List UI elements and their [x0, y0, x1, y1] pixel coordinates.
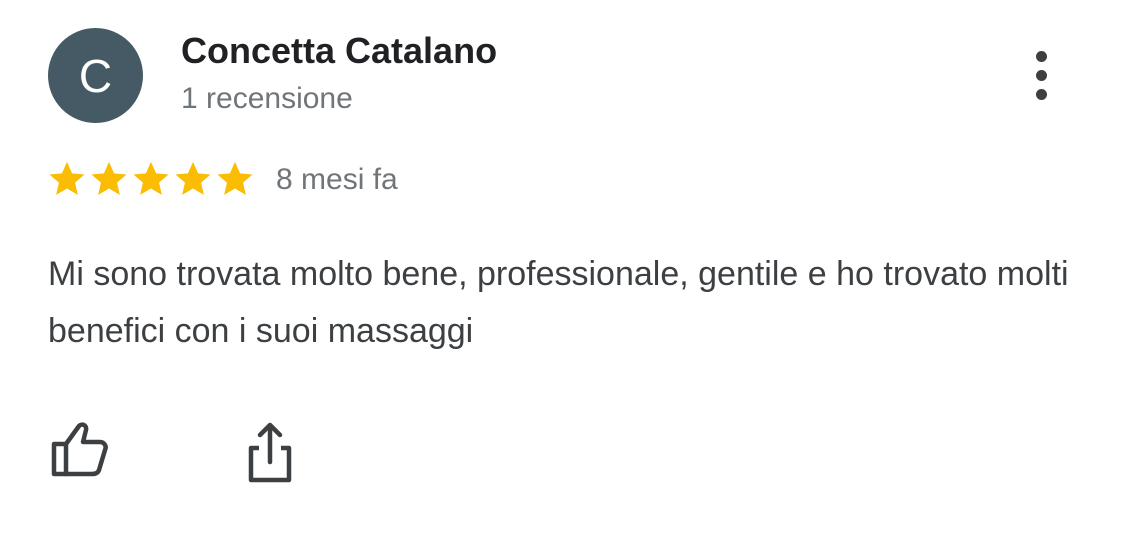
avatar[interactable]: C	[48, 28, 143, 123]
avatar-initial: C	[78, 49, 113, 102]
review-time: 8 mesi fa	[276, 163, 398, 196]
like-button[interactable]	[49, 420, 109, 480]
star-icon	[49, 161, 85, 195]
star-icon	[133, 161, 169, 195]
more-vertical-icon-dot	[1035, 50, 1047, 62]
more-vertical-icon-dot	[1035, 69, 1047, 81]
star-icon	[217, 161, 253, 195]
star-icon	[175, 161, 211, 195]
more-vertical-icon-dot	[1035, 88, 1047, 100]
share-icon	[248, 422, 292, 483]
reviewer-review-count: 1 recensione	[181, 82, 353, 115]
star-rating	[46, 158, 256, 200]
more-options-button[interactable]	[1018, 44, 1064, 106]
share-button[interactable]	[244, 420, 296, 484]
review-text: Mi sono trovata molto bene, professional…	[48, 255, 1069, 350]
thumb-up-icon	[51, 422, 108, 477]
reviewer-name[interactable]: Concetta Catalano	[181, 30, 497, 72]
star-icon	[91, 161, 127, 195]
